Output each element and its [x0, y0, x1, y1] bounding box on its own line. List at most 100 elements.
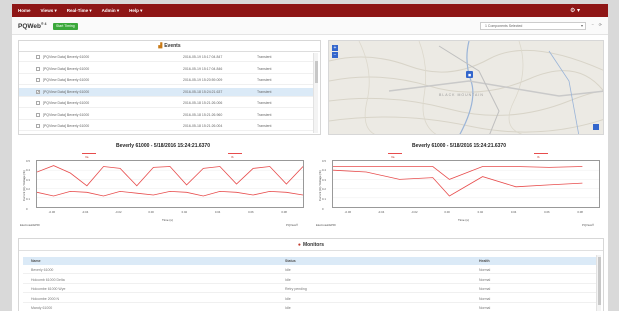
plot-area: [332, 160, 600, 208]
x-tick-label: -0.06: [48, 210, 55, 214]
nav-real-time[interactable]: Real-Time ▾: [67, 8, 92, 14]
x-tick-label: 0.02: [181, 210, 188, 214]
x-tick-label: 0.04: [214, 210, 221, 214]
event-type: Transient: [257, 124, 272, 128]
column-header-status[interactable]: Status: [285, 257, 296, 265]
x-tick-label: 0.06: [544, 210, 550, 214]
bar-chart-icon: ▟: [158, 43, 163, 49]
monitors-title: Monitors: [302, 242, 325, 248]
y-tick-label: 0.2: [26, 187, 30, 192]
event-date: 2016-05-18 15:21:26.960: [183, 112, 223, 117]
event-name: [PQView Data] Beverly 61000: [43, 112, 90, 117]
svg-text:■: ■: [468, 73, 471, 79]
monitors-scrollbar[interactable]: [596, 255, 601, 311]
nav-help[interactable]: Help ▾: [129, 8, 142, 14]
event-row[interactable]: [PQView Data] Beverly 61000 2016-05-18 15…: [19, 122, 314, 131]
events-title: Events: [164, 43, 181, 49]
minimize-icon[interactable]: −: [592, 22, 594, 27]
y-tick-label: 0.3: [322, 177, 326, 182]
y-tick-label: 0.4: [26, 168, 30, 173]
map-layers-button[interactable]: [593, 124, 599, 130]
x-axis-label: Time (s): [162, 218, 173, 222]
event-date: 2016-05-18 15:21:26.004: [183, 124, 223, 128]
map-label: BLACK MOUNTAIN: [439, 93, 484, 97]
nav-admin[interactable]: Admin ▾: [102, 8, 120, 14]
event-checkbox[interactable]: ✓: [36, 89, 40, 94]
event-checkbox[interactable]: [36, 78, 40, 82]
monitor-health: Normal: [479, 268, 491, 272]
chevron-down-icon: ▾: [580, 23, 583, 28]
event-row[interactable]: [PQView Data] Beverly 61000 2016-05-19 15…: [19, 76, 314, 85]
event-type: Transient: [257, 101, 272, 105]
event-row[interactable]: [PQView Data] Beverly 61000 2016-05-18 15…: [19, 99, 314, 108]
events-header: ▟ Events: [19, 41, 320, 52]
monitors-scroll-thumb[interactable]: [598, 257, 601, 305]
chart-title: Beverly 61000 - 5/18/2016 15:24:21.6370: [412, 143, 506, 149]
event-row[interactable]: [PQView Data] Beverly 61000 2016-05-18 15…: [19, 111, 314, 120]
nav-home[interactable]: Home: [18, 8, 31, 13]
refresh-icon[interactable]: ⟳: [599, 22, 602, 27]
monitor-name: Holcombe 2000 N: [31, 296, 60, 301]
event-date: 2016-05-18 15:21:26.006: [183, 101, 223, 105]
event-checkbox[interactable]: [36, 112, 40, 117]
settings-gear-icon[interactable]: ⚙ ▾: [570, 7, 580, 14]
x-tick-label: -0.02: [115, 210, 122, 214]
event-checkbox[interactable]: [36, 66, 40, 71]
y-tick-label: 0.5: [26, 158, 30, 163]
monitors-table-header: Name Status Health: [23, 257, 597, 265]
event-row[interactable]: [PQView Data] Beverly 61000 2016-05-19 15…: [19, 53, 314, 62]
x-tick-label: 0.02: [477, 210, 484, 214]
monitor-row[interactable]: Holcomb 61000 Delta Idle Normal: [23, 276, 597, 284]
start-timer-button[interactable]: Start Timing: [53, 23, 78, 30]
brand-bar: PQWeb® 4 Start Timing 1 Components Selec…: [12, 17, 608, 35]
monitor-row[interactable]: Holcombe 61000 Wye Retry pending Normal: [23, 285, 597, 293]
monitor-status: Idle: [285, 277, 291, 282]
y-tick-label: 0.1: [26, 196, 30, 201]
monitor-health: Normal: [479, 306, 491, 310]
event-name: [PQView Data] Beverly 61000: [43, 55, 90, 59]
event-row[interactable]: ✓ [PQView Data] Beverly 61000 2016-05-18 1…: [19, 87, 314, 97]
event-checkbox[interactable]: [36, 101, 40, 105]
map-panel[interactable]: ■ BLACK MOUNTAIN + −: [328, 40, 604, 135]
column-header-health[interactable]: Health: [479, 257, 490, 265]
chart-footnote-right: PQView®: [582, 223, 595, 227]
x-tick-label: -0.04: [81, 210, 89, 214]
series-line-2: [36, 190, 304, 197]
map-canvas[interactable]: ■: [329, 41, 604, 135]
x-axis-label: Time (s): [458, 218, 469, 222]
monitor-health: Normal: [479, 287, 491, 291]
monitor-status: Idle: [285, 296, 291, 301]
top-nav: Home Views ▾ Real-Time ▾ Admin ▾ Help ▾ …: [12, 4, 608, 17]
monitor-status: Idle: [285, 268, 291, 272]
monitors-panel: ● Monitors Name Status Health Beverly 610…: [18, 238, 604, 311]
column-header-name[interactable]: Name: [31, 257, 41, 265]
event-date: 2016-05-19 15:17:04.846: [183, 66, 223, 71]
map-zoom-in-button[interactable]: +: [332, 45, 338, 51]
monitor-row[interactable]: Mandy 61000 Idle Normal: [23, 304, 597, 311]
monitor-status: Retry pending: [285, 287, 307, 291]
waveform-chart-right: Beverly 61000 - 5/18/2016 15:24:21.6370 …: [314, 143, 604, 230]
monitor-name: Holcombe 61000 Wye: [31, 287, 66, 291]
events-scroll-thumb[interactable]: [315, 61, 318, 83]
event-name: [PQView Data] Beverly 61000: [43, 124, 90, 128]
monitor-status-icon: ●: [297, 242, 301, 248]
event-checkbox[interactable]: [36, 55, 40, 59]
app-frame: Home Views ▾ Real-Time ▾ Admin ▾ Help ▾ …: [12, 4, 608, 311]
legend-va-label: Va: [85, 155, 89, 159]
monitor-row[interactable]: Beverly 61000 Idle Normal: [23, 266, 597, 274]
brand-logo: PQWeb® 4: [18, 22, 47, 30]
y-tick-label: 0.5: [322, 158, 326, 163]
map-zoom-out-button[interactable]: −: [332, 52, 338, 58]
monitor-row[interactable]: Holcombe 2000 N Idle Normal: [23, 295, 597, 303]
y-tick-label: 0.2: [322, 187, 326, 192]
legend-ib-marker: [228, 153, 242, 154]
x-tick-label: 0.06: [248, 210, 254, 214]
legend-va-marker: [82, 153, 96, 154]
component-select[interactable]: 1 Components Selected ▾: [480, 22, 586, 30]
plot-svg: [36, 165, 304, 199]
events-scrollbar[interactable]: [313, 53, 318, 133]
monitor-health: Normal: [479, 296, 491, 301]
event-row[interactable]: [PQView Data] Beverly 61000 2016-05-19 15…: [19, 65, 314, 74]
event-checkbox[interactable]: [36, 124, 40, 128]
nav-views[interactable]: Views ▾: [41, 8, 57, 14]
